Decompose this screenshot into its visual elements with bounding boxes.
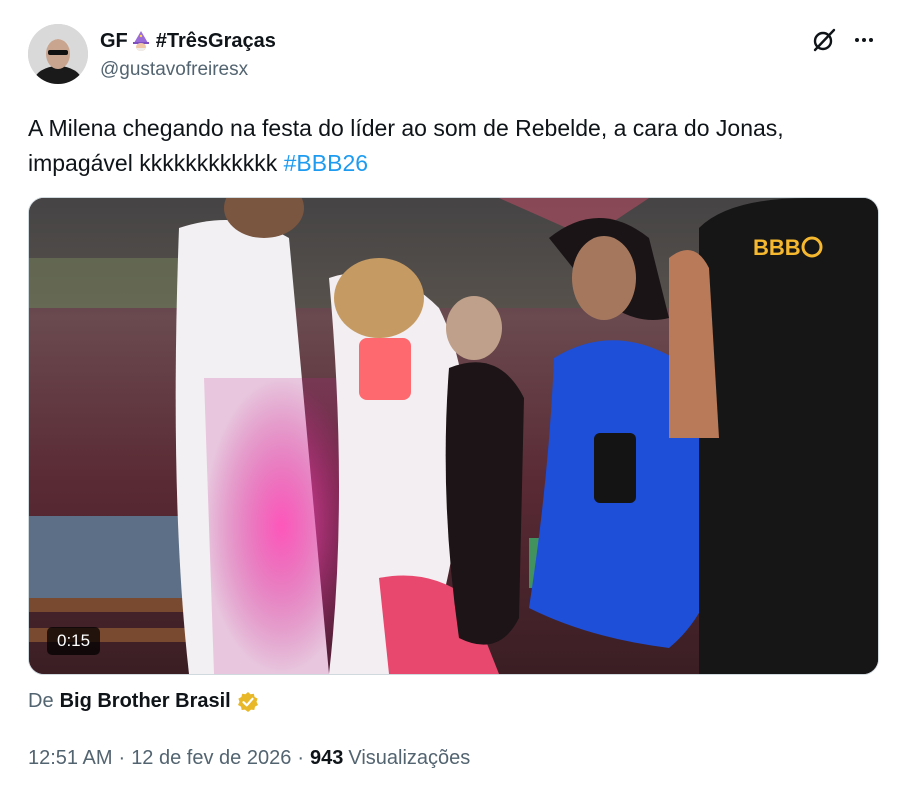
tweet-text: A Milena chegando na festa do líder ao s… [28, 111, 888, 181]
more-icon[interactable] [850, 26, 878, 54]
author-name-prefix: GF [100, 29, 128, 52]
views-count: 943 [310, 747, 344, 769]
meta-separator: · [297, 747, 304, 769]
tweet-meta: 12:51 AM · 12 de fev de 2026 · 943 Visua… [28, 747, 470, 770]
video-duration-badge: 0:15 [47, 627, 101, 655]
source-prefix: De [28, 690, 54, 712]
author-name-suffix: #TrêsGraças [155, 29, 276, 52]
wizard-emoji-icon [132, 31, 149, 51]
grok-icon[interactable] [810, 26, 838, 54]
hashtag-link[interactable]: #BBB26 [284, 150, 368, 176]
avatar[interactable] [28, 24, 88, 84]
more-dot [869, 38, 873, 42]
verified-badge-icon [237, 691, 258, 712]
views-label: Visualizações [348, 747, 471, 769]
meta-separator: · [118, 747, 126, 769]
video-player[interactable]: BBB 0:15 [28, 197, 879, 675]
tweet-text-main: A Milena chegando na festa do líder ao s… [28, 115, 784, 176]
source-attribution: De Big Brother Brasil [28, 690, 259, 713]
source-account-link[interactable]: Big Brother Brasil [60, 690, 231, 713]
author-handle[interactable]: @gustavofreiresx [100, 59, 248, 81]
profile-photo [28, 24, 88, 84]
tweet-card: GF #TrêsGraças @gustavofreiresx A Milena… [0, 0, 912, 789]
video-frame: BBB [29, 198, 878, 674]
more-dot [862, 38, 866, 42]
more-dot [855, 38, 859, 42]
tweet-date[interactable]: 12 de fev de 2026 [131, 747, 291, 770]
tweet-time[interactable]: 12:51 AM [28, 747, 113, 770]
bbb-watermark: BBB [753, 235, 801, 260]
author-name[interactable]: GF #TrêsGraças [100, 28, 276, 54]
